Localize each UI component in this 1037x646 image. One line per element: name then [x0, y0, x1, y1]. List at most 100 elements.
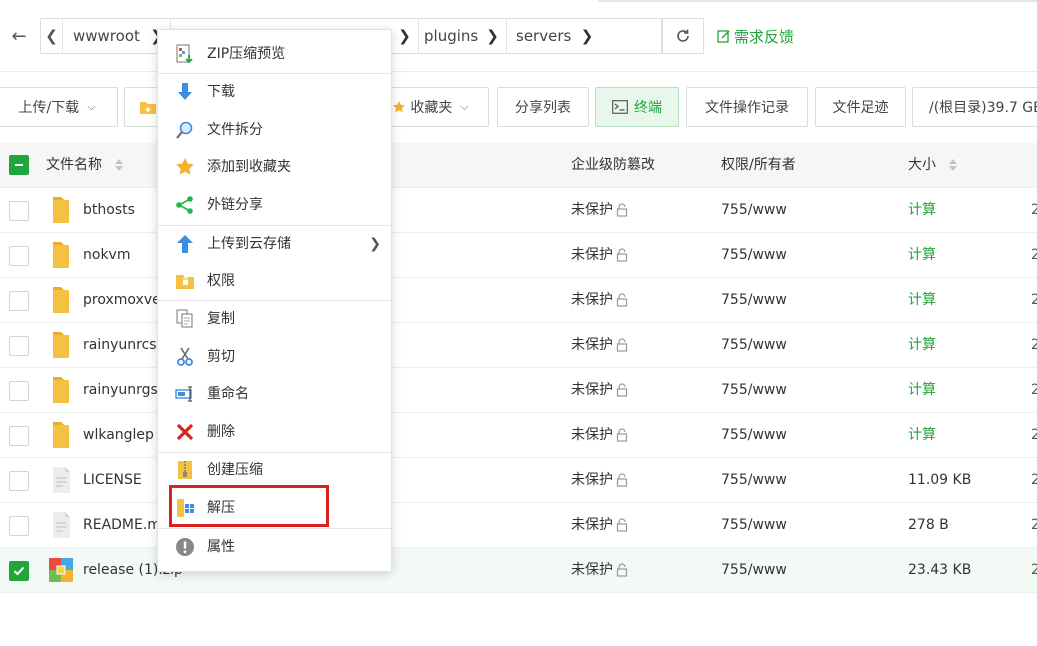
- table-row[interactable]: rainyunrcs 未保护 755/www 计算 2: [0, 323, 1037, 368]
- context-menu-item[interactable]: 文件拆分: [158, 112, 391, 148]
- select-all-checkbox[interactable]: [9, 155, 29, 175]
- row-checkbox[interactable]: [9, 516, 29, 536]
- share-list-button[interactable]: 分享列表: [497, 87, 589, 127]
- upload-download-button[interactable]: 上传/下载 ⌵: [0, 87, 118, 127]
- folder-icon: [48, 331, 74, 359]
- context-menu-item[interactable]: 上传到云存储 ❯: [158, 226, 391, 262]
- file-icon: [48, 466, 74, 494]
- file-name[interactable]: bthosts: [83, 188, 135, 233]
- file-size[interactable]: 计算: [908, 368, 936, 413]
- crumb-plugins[interactable]: plugins: [424, 19, 478, 53]
- file-size[interactable]: 计算: [908, 278, 936, 323]
- context-menu-item[interactable]: 剪切: [158, 339, 391, 375]
- edit-icon: [717, 30, 730, 43]
- table-row[interactable]: release (1).zip 未保护 755/www 23.43 KB 2: [0, 548, 1037, 593]
- star-icon: [175, 157, 195, 177]
- lock-icon[interactable]: [615, 293, 629, 307]
- permission-owner[interactable]: 755/www: [721, 458, 787, 503]
- row-checkbox[interactable]: [9, 471, 29, 491]
- context-menu-item[interactable]: 添加到收藏夹: [158, 149, 391, 185]
- context-menu-item[interactable]: 属性: [158, 529, 391, 565]
- modified-time-cell: 2: [1031, 337, 1037, 353]
- context-menu-item[interactable]: ZIP压缩预览: [158, 36, 391, 72]
- permission-owner[interactable]: 755/www: [721, 323, 787, 368]
- feedback-link[interactable]: 需求反馈: [716, 26, 794, 46]
- row-checkbox[interactable]: [9, 561, 29, 581]
- context-menu-item[interactable]: 重命名: [158, 376, 391, 412]
- lock-icon[interactable]: [615, 203, 629, 217]
- chevron-right-icon[interactable]: ❯: [573, 19, 601, 53]
- table-row[interactable]: wlkanglep 未保护 755/www 计算 2: [0, 413, 1037, 458]
- context-menu-item-label: 添加到收藏夹: [207, 159, 291, 175]
- table-row[interactable]: bthosts 未保护 755/www 计算 2: [0, 188, 1037, 233]
- lock-icon[interactable]: [615, 473, 629, 487]
- file-footprint-button[interactable]: 文件足迹: [815, 87, 906, 127]
- table-row[interactable]: nokvm 未保护 755/www 计算 2: [0, 233, 1037, 278]
- modified-time-cell: 2: [1031, 247, 1037, 263]
- chevron-right-icon[interactable]: ❯: [391, 19, 419, 53]
- crumb-servers[interactable]: servers: [516, 19, 571, 53]
- lock-icon[interactable]: [615, 383, 629, 397]
- table-row[interactable]: README.md 未保护 755/www 278 B2: [0, 503, 1037, 548]
- file-op-log-button[interactable]: 文件操作记录: [686, 87, 808, 127]
- file-name[interactable]: LICENSE: [83, 458, 142, 503]
- cut-icon: [175, 347, 195, 367]
- context-menu-item[interactable]: 复制: [158, 301, 391, 337]
- lock-icon[interactable]: [615, 338, 629, 352]
- row-checkbox[interactable]: [9, 381, 29, 401]
- chevron-right-icon[interactable]: ❯: [479, 19, 507, 53]
- file-size[interactable]: 计算: [908, 188, 936, 233]
- terminal-button[interactable]: 终端: [595, 87, 679, 127]
- table-row[interactable]: proxmoxve 未保护 755/www 计算 2: [0, 278, 1037, 323]
- lock-icon[interactable]: [615, 563, 629, 577]
- file-name[interactable]: rainyunrgs: [83, 368, 158, 413]
- row-checkbox[interactable]: [9, 201, 29, 221]
- file-size[interactable]: 计算: [908, 233, 936, 278]
- row-checkbox[interactable]: [9, 291, 29, 311]
- lock-icon[interactable]: [615, 248, 629, 262]
- lock-icon[interactable]: [615, 518, 629, 532]
- row-checkbox[interactable]: [9, 246, 29, 266]
- top-divider: [598, 0, 1037, 2]
- row-checkbox[interactable]: [9, 426, 29, 446]
- permission-owner[interactable]: 755/www: [721, 503, 787, 548]
- row-checkbox[interactable]: [9, 336, 29, 356]
- file-size[interactable]: 计算: [908, 413, 936, 458]
- folder-icon: [48, 286, 74, 314]
- back-button[interactable]: ←: [0, 18, 38, 54]
- context-menu-item[interactable]: 权限: [158, 263, 391, 299]
- context-menu-item-label: 上传到云存储: [207, 236, 291, 252]
- header-file-name[interactable]: 文件名称: [46, 143, 124, 188]
- table-row[interactable]: rainyunrgs 未保护 755/www 计算 2: [0, 368, 1037, 413]
- context-menu-item[interactable]: 下载: [158, 74, 391, 110]
- permission-owner[interactable]: 755/www: [721, 368, 787, 413]
- permission-owner[interactable]: 755/www: [721, 188, 787, 233]
- permission-owner[interactable]: 755/www: [721, 278, 787, 323]
- context-menu-item[interactable]: 删除: [158, 414, 391, 450]
- zip-file-icon: [48, 556, 74, 584]
- refresh-button[interactable]: [662, 18, 704, 54]
- context-menu-item[interactable]: 外链分享: [158, 187, 391, 223]
- permission-owner[interactable]: 755/www: [721, 233, 787, 278]
- file-name[interactable]: nokvm: [83, 233, 130, 278]
- permission-owner[interactable]: 755/www: [721, 413, 787, 458]
- properties-icon: [175, 537, 195, 557]
- share-icon: [175, 195, 195, 215]
- file-name[interactable]: rainyunrcs: [83, 323, 157, 368]
- crumb-wwwroot[interactable]: wwwroot: [73, 19, 140, 53]
- table-row[interactable]: LICENSE 未保护 755/www 11.09 KB 2: [0, 458, 1037, 503]
- file-name[interactable]: wlkanglep: [83, 413, 154, 458]
- permission-owner[interactable]: 755/www: [721, 548, 787, 593]
- context-menu-item[interactable]: 创建压缩: [158, 452, 391, 488]
- file-size[interactable]: 计算: [908, 323, 936, 368]
- lock-icon[interactable]: [615, 428, 629, 442]
- chevron-left-icon[interactable]: ❮: [41, 19, 63, 53]
- disk-selector-button[interactable]: /(根目录)39.7 GB: [912, 87, 1037, 127]
- tamper-status: 未保护: [571, 278, 629, 323]
- modified-time-cell: 2: [1031, 517, 1037, 533]
- split-icon: [175, 120, 195, 140]
- context-menu-item-label: 删除: [207, 424, 235, 440]
- file-name[interactable]: proxmoxve: [83, 278, 161, 323]
- context-menu-item-label: 外链分享: [207, 197, 263, 213]
- header-size[interactable]: 大小: [908, 143, 958, 188]
